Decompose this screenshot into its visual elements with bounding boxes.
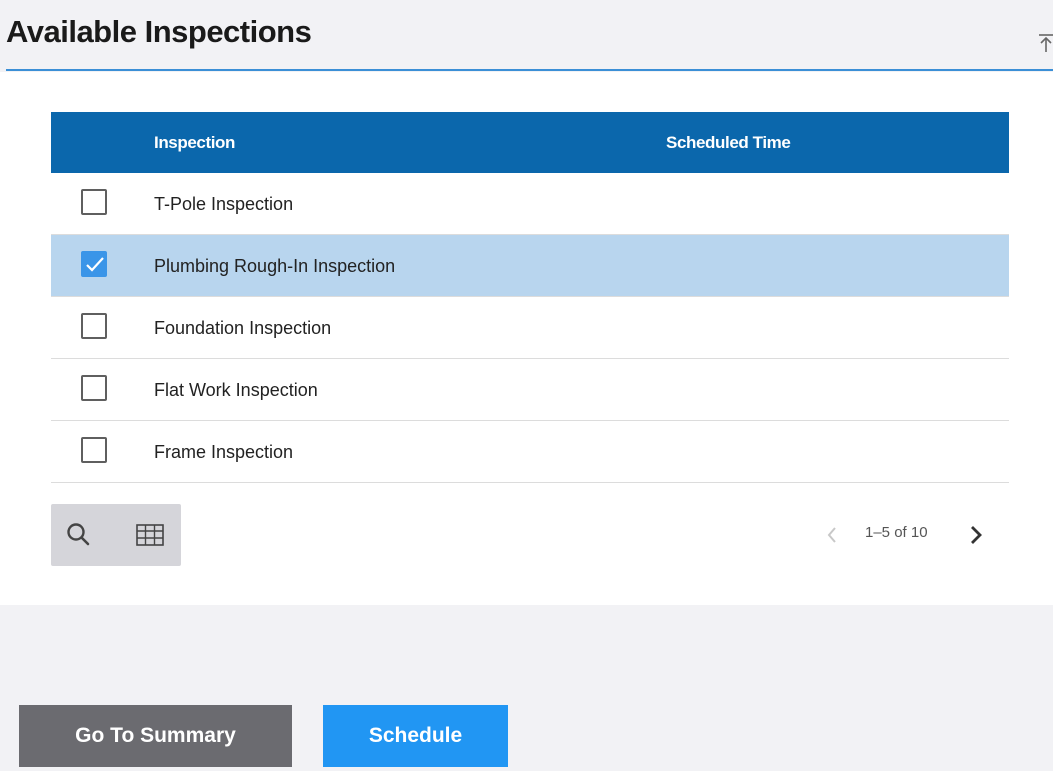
column-header-inspection[interactable]: Inspection bbox=[154, 133, 235, 153]
table-row[interactable]: Foundation Inspection bbox=[51, 297, 1009, 359]
inspection-name: T-Pole Inspection bbox=[154, 194, 294, 214]
search-button[interactable] bbox=[64, 520, 94, 550]
checkmark-icon bbox=[86, 257, 104, 272]
previous-page-button[interactable] bbox=[825, 524, 839, 546]
columns-button[interactable] bbox=[135, 520, 165, 550]
table-header: Inspection Scheduled Time bbox=[51, 112, 1009, 173]
table-row[interactable]: Flat Work Inspection bbox=[51, 359, 1009, 421]
inspection-name: Foundation Inspection bbox=[154, 318, 332, 338]
go-to-summary-button[interactable]: Go To Summary bbox=[19, 705, 292, 767]
next-page-button[interactable] bbox=[968, 523, 984, 547]
row-checkbox[interactable] bbox=[81, 251, 107, 277]
row-checkbox[interactable] bbox=[81, 437, 107, 463]
table-row[interactable]: Plumbing Rough-In Inspection bbox=[51, 235, 1009, 297]
schedule-button[interactable]: Schedule bbox=[323, 705, 508, 767]
page-title: Available Inspections bbox=[6, 14, 312, 49]
table-toolbar bbox=[51, 504, 181, 566]
pagination-range: 1–5 of 10 bbox=[865, 524, 928, 541]
search-icon bbox=[67, 523, 90, 546]
header-divider bbox=[6, 69, 1053, 71]
collapse-up-icon bbox=[1039, 34, 1053, 52]
chevron-right-icon bbox=[971, 526, 982, 544]
table-row[interactable]: Frame Inspection bbox=[51, 421, 1009, 483]
inspection-name: Plumbing Rough-In Inspection bbox=[154, 256, 396, 276]
inspections-card: Inspection Scheduled Time T-Pole Inspect… bbox=[0, 72, 1053, 605]
inspection-name: Flat Work Inspection bbox=[154, 380, 318, 400]
column-header-scheduled-time[interactable]: Scheduled Time bbox=[666, 133, 791, 153]
inspections-table: Inspection Scheduled Time T-Pole Inspect… bbox=[51, 112, 1009, 483]
page-header: Available Inspections bbox=[0, 0, 1053, 72]
row-checkbox[interactable] bbox=[81, 375, 107, 401]
inspection-name: Frame Inspection bbox=[154, 442, 294, 462]
collapse-button[interactable] bbox=[1036, 32, 1053, 54]
chevron-left-icon bbox=[827, 527, 836, 543]
table-columns-icon bbox=[136, 524, 164, 546]
table-row[interactable]: T-Pole Inspection bbox=[51, 173, 1009, 235]
row-checkbox[interactable] bbox=[81, 189, 107, 215]
row-checkbox[interactable] bbox=[81, 313, 107, 339]
